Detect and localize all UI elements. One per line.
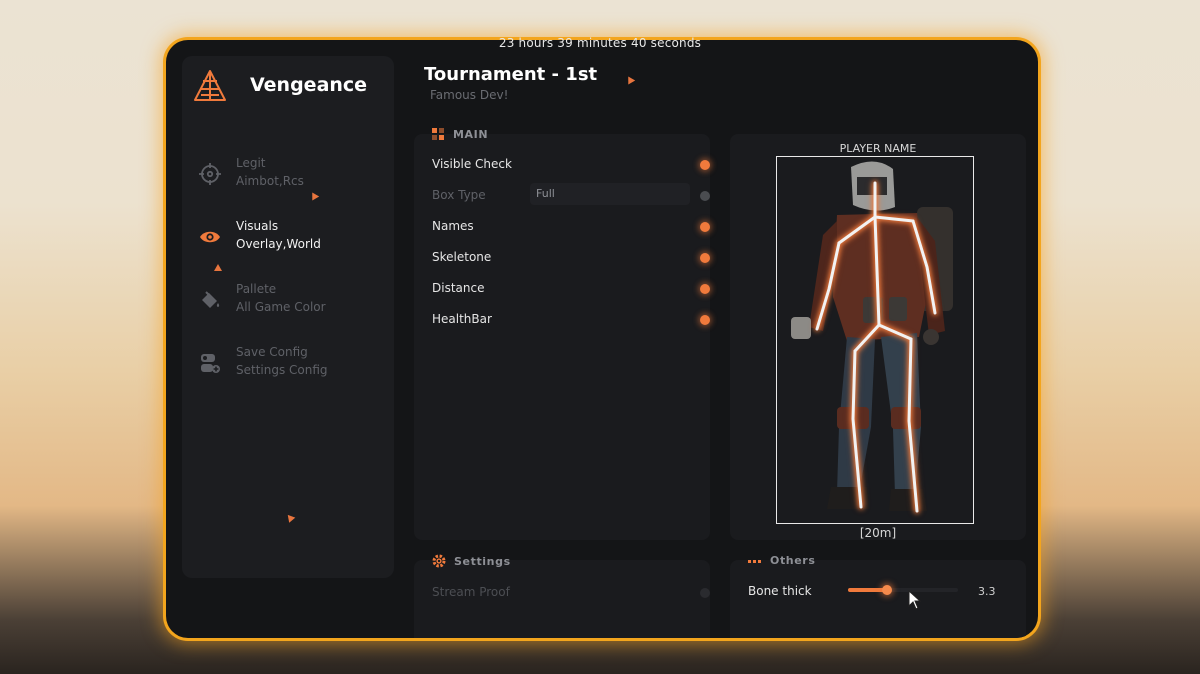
crosshair-icon [199, 163, 221, 185]
sidebar-item-sublabel: Overlay,World [236, 237, 321, 251]
option-label: Box Type [432, 188, 486, 202]
stream-proof-toggle[interactable] [700, 588, 710, 598]
bone-thick-label: Bone thick [748, 584, 812, 598]
names-toggle[interactable] [700, 222, 710, 232]
page-subtitle: Famous Dev! [430, 88, 509, 102]
settings-panel: Settings Stream Proof [414, 554, 710, 638]
bone-thick-slider[interactable] [848, 585, 958, 595]
gear-icon [432, 554, 446, 568]
brand-name: Vengeance [250, 74, 368, 96]
page-title: Tournament - 1st [424, 64, 598, 85]
others-panel: Others Bone thick 3.3 [730, 554, 1026, 638]
player-name-label: PLAYER NAME [839, 142, 917, 155]
skeletone-toggle[interactable] [700, 253, 710, 263]
cheat-menu-window: Vengeance Legit Aimbot,Rcs Visuals Overl… [166, 40, 1038, 638]
slider-thumb[interactable] [881, 585, 892, 595]
sidebar-item-sublabel: Settings Config [236, 363, 328, 377]
option-label: Skeletone [432, 250, 492, 264]
main-section-header: MAIN [432, 128, 488, 141]
paint-bucket-icon [202, 291, 220, 308]
sidebar-item-label: Pallete [236, 282, 277, 296]
sidebar: Vengeance Legit Aimbot,Rcs Visuals Overl… [182, 56, 394, 578]
sidebar-item-save-config[interactable]: Save Config Settings Config [182, 345, 394, 389]
box-type-select[interactable]: Full [530, 183, 690, 205]
option-names[interactable]: Names [432, 216, 710, 238]
sidebar-item-label: Visuals [236, 219, 279, 233]
distance-toggle[interactable] [700, 284, 710, 294]
settings-section-header: Settings [432, 554, 511, 568]
option-label: Distance [432, 281, 485, 295]
option-label: Visible Check [432, 157, 512, 171]
visible-check-toggle[interactable] [700, 160, 710, 170]
bone-thick-value: 3.3 [978, 585, 996, 598]
section-title: Settings [454, 554, 511, 568]
select-value: Full [536, 187, 555, 200]
box-type-toggle[interactable] [700, 191, 710, 201]
option-stream-proof[interactable]: Stream Proof [432, 582, 710, 604]
mouse-cursor-icon [908, 590, 922, 610]
sidebar-item-visuals[interactable]: Visuals Overlay,World [182, 219, 394, 263]
option-label: Stream Proof [432, 585, 510, 599]
option-box-type[interactable]: Box Type Full [432, 183, 710, 207]
healthbar-toggle[interactable] [700, 315, 710, 325]
sidebar-item-label: Legit [236, 156, 266, 170]
section-title: Others [770, 554, 816, 567]
option-label: Names [432, 219, 474, 233]
config-icon [201, 354, 220, 373]
logo-icon [194, 70, 226, 101]
countdown-timer: 23 hours 39 minutes 40 seconds [498, 36, 702, 50]
decor-triangle [284, 512, 296, 523]
option-visible-check[interactable]: Visible Check [432, 154, 710, 176]
sidebar-item-label: Save Config [236, 345, 308, 359]
others-section-header: Others [748, 554, 815, 567]
decor-triangle [624, 74, 636, 85]
main-panel: MAIN Visible Check Box Type Full Names S… [414, 128, 710, 540]
option-skeletone[interactable]: Skeletone [432, 247, 710, 269]
esp-preview-panel: PLAYER NAME [20m] [730, 134, 1026, 540]
section-title: MAIN [453, 128, 489, 141]
option-healthbar[interactable]: HealthBar [432, 309, 710, 331]
option-distance[interactable]: Distance [432, 278, 710, 300]
sidebar-item-sublabel: Aimbot,Rcs [236, 174, 304, 188]
grid-icon [432, 128, 444, 140]
esp-box [776, 156, 974, 524]
sidebar-item-sublabel: All Game Color [236, 300, 326, 314]
eye-icon [200, 231, 220, 243]
sidebar-item-pallete[interactable]: Pallete All Game Color [182, 282, 394, 326]
player-model [791, 161, 953, 513]
distance-label: [20m] [859, 526, 897, 540]
decor-triangle [214, 264, 222, 271]
dots-icon [748, 559, 761, 563]
option-label: HealthBar [432, 312, 492, 326]
sidebar-item-legit[interactable]: Legit Aimbot,Rcs [182, 156, 394, 200]
slider-fill [848, 588, 887, 592]
